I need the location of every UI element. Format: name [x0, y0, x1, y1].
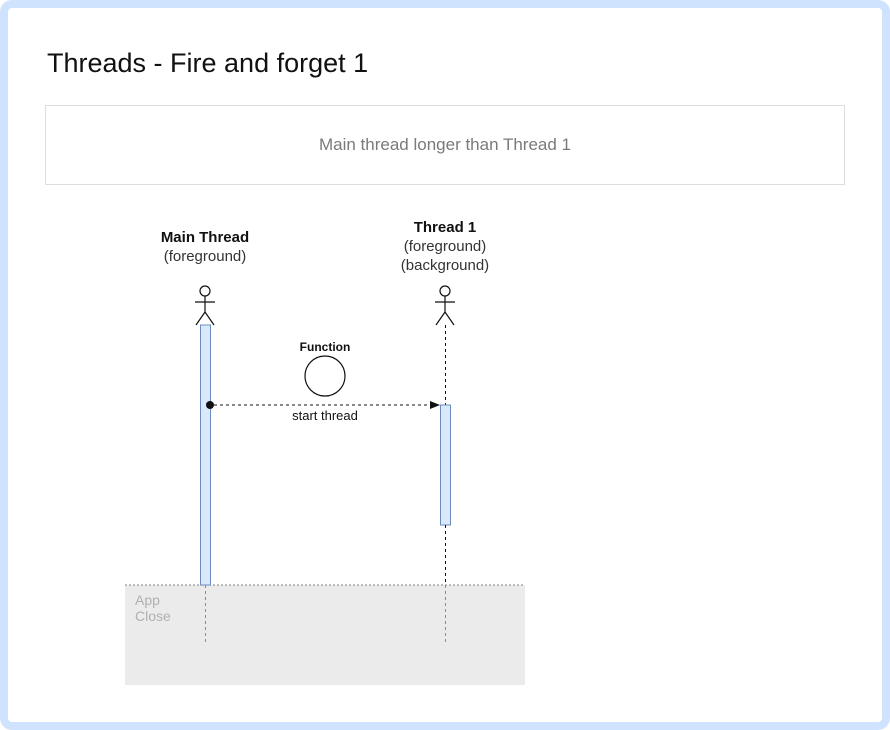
sequence-diagram: App Close Main Thread (foreground) Threa… [125, 219, 525, 685]
message-start-dot [206, 401, 214, 409]
thread1-sub1: (foreground) [404, 238, 487, 255]
app-close-label-line2: Close [135, 608, 171, 624]
main-thread-sub: (foreground) [164, 248, 247, 265]
thread1-actor-icon [435, 285, 455, 326]
main-thread-name: Main Thread [161, 229, 249, 246]
function-label: Function [300, 340, 351, 354]
thread1-name: Thread 1 [414, 219, 477, 236]
start-thread-label: start thread [292, 408, 358, 423]
app-close-label-line1: App [135, 592, 160, 608]
app-close-region [125, 585, 525, 685]
main-thread-activation [200, 324, 211, 586]
thread1-sub2: (background) [401, 257, 489, 274]
function-circle [304, 355, 346, 397]
main-thread-actor-icon [195, 285, 215, 326]
thread1-activation [440, 404, 451, 526]
